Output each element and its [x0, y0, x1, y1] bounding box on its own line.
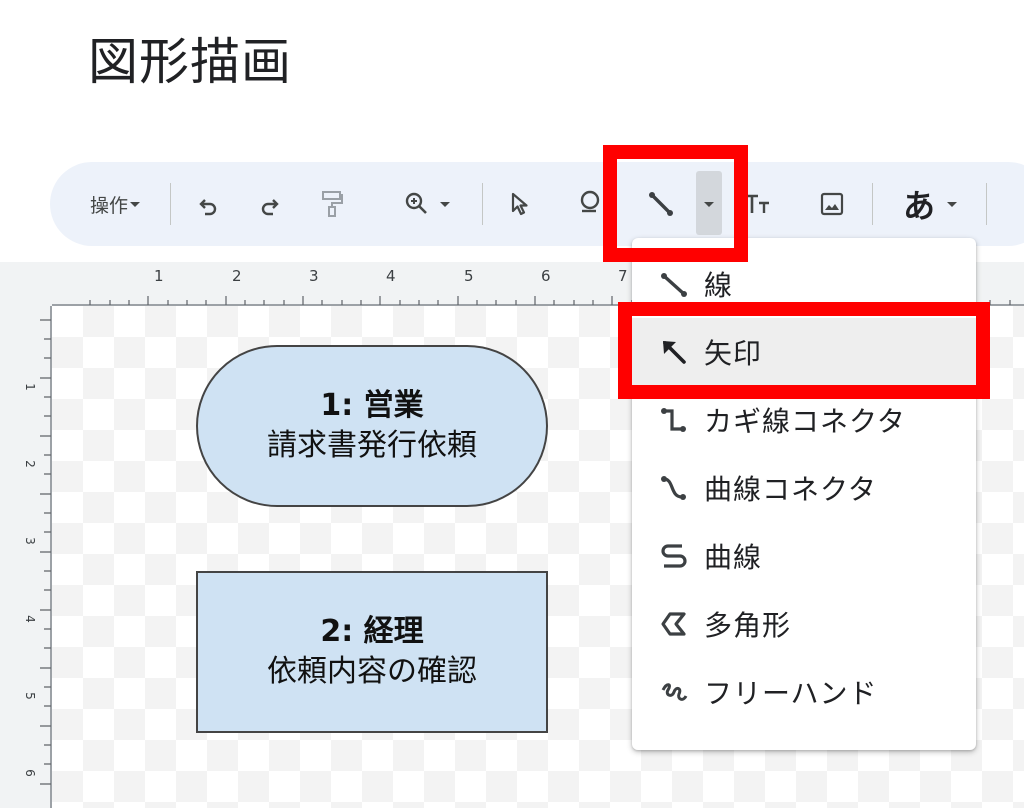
ruler-number: 4	[386, 267, 396, 285]
shape-text: 請求書発行依頼	[267, 428, 477, 463]
select-icon	[511, 192, 528, 216]
menu-item-line[interactable]: 線	[632, 250, 976, 318]
zoom-icon	[405, 192, 427, 214]
menu-item-label: 多角形	[704, 609, 792, 642]
redo-icon	[261, 199, 279, 216]
operations-menu-button[interactable]: 操作	[76, 162, 156, 246]
curved-connector-icon	[661, 476, 686, 500]
chevron-down-icon	[704, 202, 714, 207]
menu-item-curved-connector[interactable]: 曲線コネクタ	[632, 454, 976, 522]
flow-shape-sales[interactable]: 1: 営業 請求書発行依頼	[196, 345, 548, 507]
menu-item-curve[interactable]: 曲線	[632, 522, 976, 590]
page-title: 図形描画	[88, 33, 292, 91]
menu-item-label: 線	[704, 269, 734, 302]
undo-button[interactable]	[188, 162, 228, 246]
shape-icon	[580, 190, 600, 213]
curve-icon	[661, 544, 687, 568]
line-icon	[661, 273, 687, 297]
ruler-number: 4	[22, 615, 37, 623]
polyline-icon	[661, 612, 686, 636]
image-icon	[820, 192, 844, 216]
toolbar-divider	[170, 183, 171, 225]
ruler-number: 2	[22, 460, 37, 468]
line-icon	[649, 192, 673, 216]
line-type-menu: 線 矢印 カギ線コネクタ 曲線コネクタ 曲線 多角形 フリーハンド	[632, 238, 976, 750]
undo-icon	[199, 199, 217, 216]
ruler-number: 1	[154, 267, 164, 285]
scribble-icon	[661, 683, 688, 701]
menu-item-scribble[interactable]: フリーハンド	[632, 658, 976, 726]
shape-text: 依頼内容の確認	[267, 654, 477, 689]
ruler-number: 6	[541, 267, 551, 285]
ruler-number: 3	[22, 537, 37, 545]
flow-shape-accounting[interactable]: 2: 経理 依頼内容の確認	[196, 571, 548, 733]
select-tool-button[interactable]	[500, 162, 540, 246]
redo-button[interactable]	[250, 162, 290, 246]
text-style-button[interactable]: あ	[888, 162, 974, 246]
shape-tool-button[interactable]	[566, 162, 612, 246]
menu-item-label: 曲線	[704, 541, 763, 574]
operations-menu-label: 操作	[89, 194, 128, 217]
menu-item-arrow[interactable]: 矢印	[632, 318, 976, 386]
ruler-number: 3	[309, 267, 319, 285]
arrow-icon	[663, 341, 686, 364]
paint-format-button[interactable]	[312, 162, 352, 246]
line-tool-button[interactable]	[636, 162, 686, 246]
chevron-down-icon	[440, 202, 450, 207]
chevron-down-icon	[947, 202, 957, 207]
textbox-icon	[746, 194, 769, 213]
ruler-number: 7	[618, 267, 628, 285]
menu-item-elbow-connector[interactable]: カギ線コネクタ	[632, 386, 976, 454]
ruler-number: 2	[232, 267, 242, 285]
paint-format-icon	[322, 191, 343, 217]
ruler-ticks	[40, 306, 52, 808]
menu-item-label: 矢印	[704, 337, 763, 370]
toolbar-divider	[872, 183, 873, 225]
ruler-number: 1	[22, 383, 37, 391]
shape-title: 1: 営業	[320, 388, 424, 423]
elbow-connector-icon	[661, 408, 686, 432]
ruler-number: 5	[22, 692, 37, 700]
toolbar-divider	[986, 183, 987, 225]
shape-title: 2: 経理	[320, 614, 424, 649]
menu-item-label: カギ線コネクタ	[704, 405, 906, 438]
ruler-number: 6	[22, 769, 37, 777]
insert-image-button[interactable]	[812, 162, 852, 246]
line-dropdown-arrow[interactable]	[696, 162, 722, 246]
text-style-label: あ	[902, 187, 935, 225]
zoom-button[interactable]	[388, 162, 468, 246]
textbox-tool-button[interactable]	[740, 162, 776, 246]
menu-item-polyline[interactable]: 多角形	[632, 590, 976, 658]
chevron-down-icon	[130, 202, 140, 207]
menu-item-label: フリーハンド	[704, 677, 878, 710]
vertical-ruler: 1 2 3 4 5 6	[0, 306, 52, 808]
toolbar-divider	[482, 183, 483, 225]
menu-item-label: 曲線コネクタ	[704, 473, 877, 506]
ruler-number: 5	[464, 267, 474, 285]
